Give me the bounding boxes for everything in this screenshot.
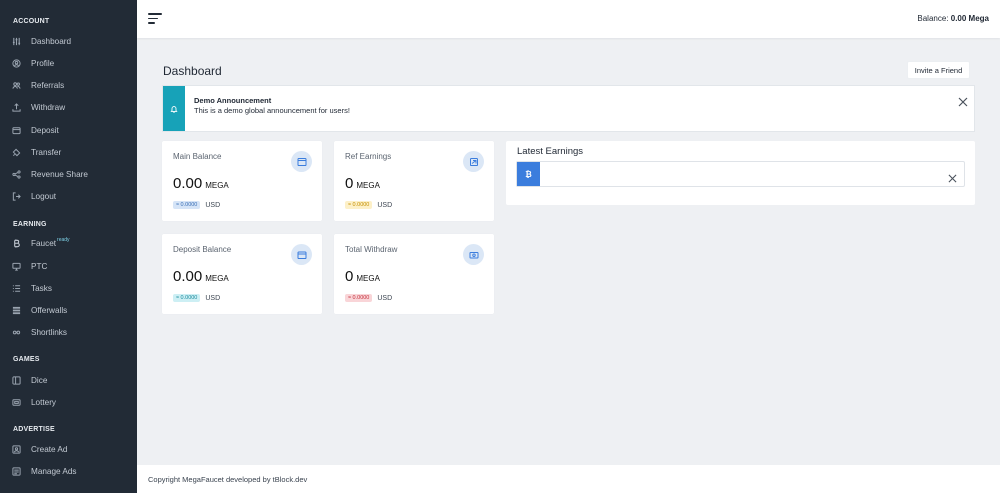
sidebar-item-label: Referrals [31, 80, 65, 90]
image-icon [12, 444, 25, 454]
sidebar-item-offerwalls[interactable]: Offerwalls [12, 303, 132, 317]
sidebar-item-faucet[interactable]: Faucet ready [12, 236, 132, 250]
section-title-games: GAMES [13, 356, 40, 363]
invite-friend-button[interactable]: Invite a Friend [907, 61, 970, 79]
sidebar-item-ptc[interactable]: PTC [12, 259, 132, 273]
card-usd: ≈ 0.0000 USD [345, 294, 392, 302]
sidebar-item-shortlinks[interactable]: Shortlinks [12, 325, 132, 339]
card-label: Main Balance [173, 152, 222, 161]
sidebar-item-manage-ads[interactable]: Manage Ads [12, 464, 132, 478]
sidebar-item-label: Deposit [31, 125, 59, 135]
referral-icon [463, 151, 484, 172]
ready-badge: ready [57, 237, 70, 243]
grid-icon [12, 305, 25, 315]
sidebar-item-label: Dice [31, 375, 48, 385]
share-icon [12, 169, 25, 179]
sidebar-item-label: Dashboard [31, 36, 72, 46]
section-title-advertise: ADVERTISE [13, 426, 55, 433]
balance-display: Balance: 0.00 Mega [917, 14, 989, 23]
sidebar-item-logout[interactable]: Logout [12, 189, 132, 203]
latest-earnings-row: ₿ [516, 161, 965, 187]
sidebar-item-lottery[interactable]: Lottery [12, 395, 132, 409]
card-main-balance: Main Balance 0.00 MEGA ≈ 0.0000 USD [162, 141, 322, 221]
sliders-icon [12, 36, 25, 46]
card-label: Ref Earnings [345, 152, 392, 161]
card-deposit-balance: Deposit Balance 0.00 MEGA ≈ 0.0000 USD [162, 234, 322, 314]
bell-icon [170, 105, 178, 113]
latest-earnings-title: Latest Earnings [517, 146, 584, 157]
sidebar-item-label: Revenue Share [31, 169, 88, 179]
close-icon[interactable] [948, 170, 957, 183]
transfer-icon [12, 147, 25, 157]
menu-toggle-icon[interactable] [148, 13, 162, 25]
latest-earnings-panel: Latest Earnings ₿ [506, 141, 975, 205]
section-title-account: ACCOUNT [13, 18, 50, 25]
wallet-icon [291, 151, 312, 172]
announcement-bar [163, 86, 185, 131]
cash-icon [463, 244, 484, 265]
copyright-text: Copyright MegaFaucet developed by tBlock… [148, 475, 308, 484]
sidebar-item-label: Transfer [31, 147, 62, 157]
announcement-message: This is a demo global announcement for u… [194, 106, 350, 115]
user-icon [12, 58, 25, 68]
footer: Copyright MegaFaucet developed by tBlock… [137, 465, 1000, 493]
layout-icon [12, 466, 25, 476]
section-title-earning: EARNING [13, 221, 47, 228]
card-value: 0 MEGA [345, 175, 380, 192]
sidebar-item-label: Profile [31, 58, 55, 68]
wallet-icon [12, 125, 25, 135]
sidebar-item-create-ad[interactable]: Create Ad [12, 442, 132, 456]
page-title: Dashboard [163, 64, 222, 78]
list-icon [12, 283, 25, 293]
card-label: Total Withdraw [345, 245, 398, 254]
sidebar-item-profile[interactable]: Profile [12, 56, 132, 70]
card-value: 0 MEGA [345, 268, 380, 285]
sidebar-item-withdraw[interactable]: Withdraw [12, 100, 132, 114]
sidebar-item-label: Lottery [31, 397, 57, 407]
sidebar-item-referrals[interactable]: Referrals [12, 78, 132, 92]
sidebar-item-label: PTC [31, 261, 48, 271]
card-label: Deposit Balance [173, 245, 232, 254]
sidebar-item-label: Withdraw [31, 102, 66, 112]
sidebar-item-label: Create Ad [31, 444, 68, 454]
sidebar-item-deposit[interactable]: Deposit [12, 123, 132, 137]
sidebar-item-dashboard[interactable]: Dashboard [12, 34, 132, 48]
sidebar-item-transfer[interactable]: Transfer [12, 145, 132, 159]
sidebar-item-label: Logout [31, 191, 57, 201]
sidebar-item-label: Offerwalls [31, 305, 68, 315]
upload-icon [12, 102, 25, 112]
card-value: 0.00 MEGA [173, 175, 229, 192]
sidebar: ACCOUNT Dashboard Profile Referrals With… [0, 0, 137, 493]
deposit-icon [291, 244, 312, 265]
sidebar-item-label: Manage Ads [31, 466, 77, 476]
announcement-title: Demo Announcement [194, 96, 272, 105]
card-value: 0.00 MEGA [173, 268, 229, 285]
sidebar-item-label: Tasks [31, 283, 52, 293]
card-usd: ≈ 0.0000 USD [173, 201, 220, 209]
topbar: Balance: 0.00 Mega [137, 0, 1000, 38]
card-ref-earnings: Ref Earnings 0 MEGA ≈ 0.0000 USD [334, 141, 494, 221]
sidebar-item-label: Faucet [31, 238, 57, 248]
bitcoin-icon [12, 238, 25, 248]
monitor-icon [12, 261, 25, 271]
close-icon[interactable] [958, 94, 968, 107]
card-total-withdraw: Total Withdraw 0 MEGA ≈ 0.0000 USD [334, 234, 494, 314]
announcement-alert: Demo Announcement This is a demo global … [162, 85, 975, 132]
sidebar-item-dice[interactable]: Dice [12, 373, 132, 387]
ticket-icon [12, 397, 25, 407]
users-icon [12, 80, 25, 90]
card-usd: ≈ 0.0000 USD [345, 201, 392, 209]
sidebar-item-revenue-share[interactable]: Revenue Share [12, 167, 132, 181]
logout-icon [12, 191, 25, 201]
bitcoin-icon: ₿ [517, 162, 540, 186]
balance-value: 0.00 Mega [950, 14, 989, 23]
sidebar-item-tasks[interactable]: Tasks [12, 281, 132, 295]
dice-icon [12, 375, 25, 385]
card-usd: ≈ 0.0000 USD [173, 294, 220, 302]
sidebar-item-label: Shortlinks [31, 327, 67, 337]
link-icon [12, 327, 25, 337]
